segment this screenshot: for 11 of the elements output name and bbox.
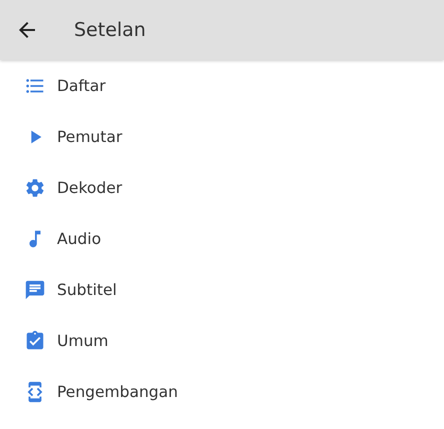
settings-item[interactable]: Pemutar	[0, 111, 444, 162]
gear-icon	[24, 176, 46, 198]
settings-item[interactable]: Dekoder	[0, 162, 444, 213]
settings-item[interactable]: Umum	[0, 315, 444, 366]
clipboard-check-icon	[24, 330, 46, 352]
settings-item[interactable]: Audio	[0, 213, 444, 264]
settings-item[interactable]: Daftar	[0, 60, 444, 111]
settings-item[interactable]: Subtitel	[0, 264, 444, 315]
message-icon	[24, 278, 46, 300]
settings-item[interactable]: Pengembangan	[0, 366, 444, 417]
page-title: Setelan	[74, 19, 146, 41]
